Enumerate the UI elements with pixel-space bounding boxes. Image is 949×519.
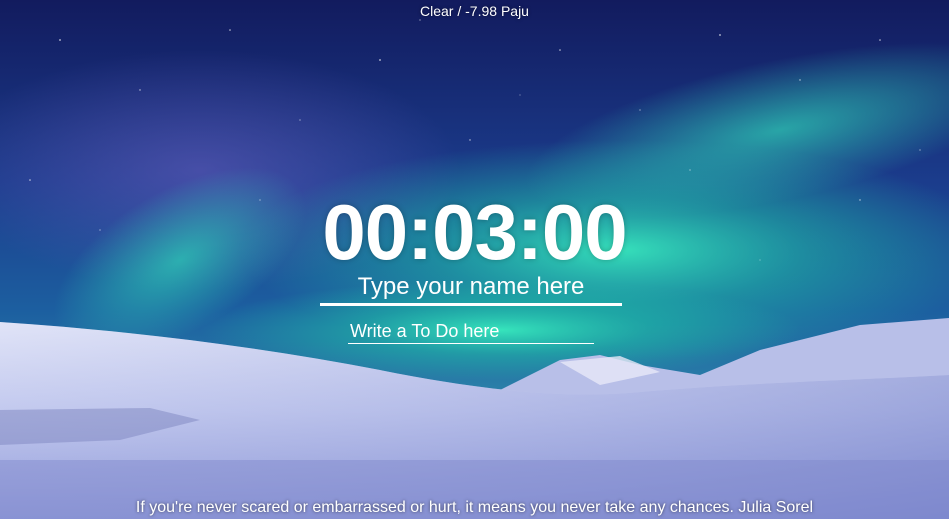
quote-text: If you're never scared or embarrassed or… [135, 499, 814, 516]
weather-status: Clear / -7.98 Paju [420, 3, 529, 19]
clock-display: 00:03:00 [322, 188, 627, 276]
todo-input[interactable] [348, 319, 594, 344]
name-input[interactable] [320, 270, 622, 306]
